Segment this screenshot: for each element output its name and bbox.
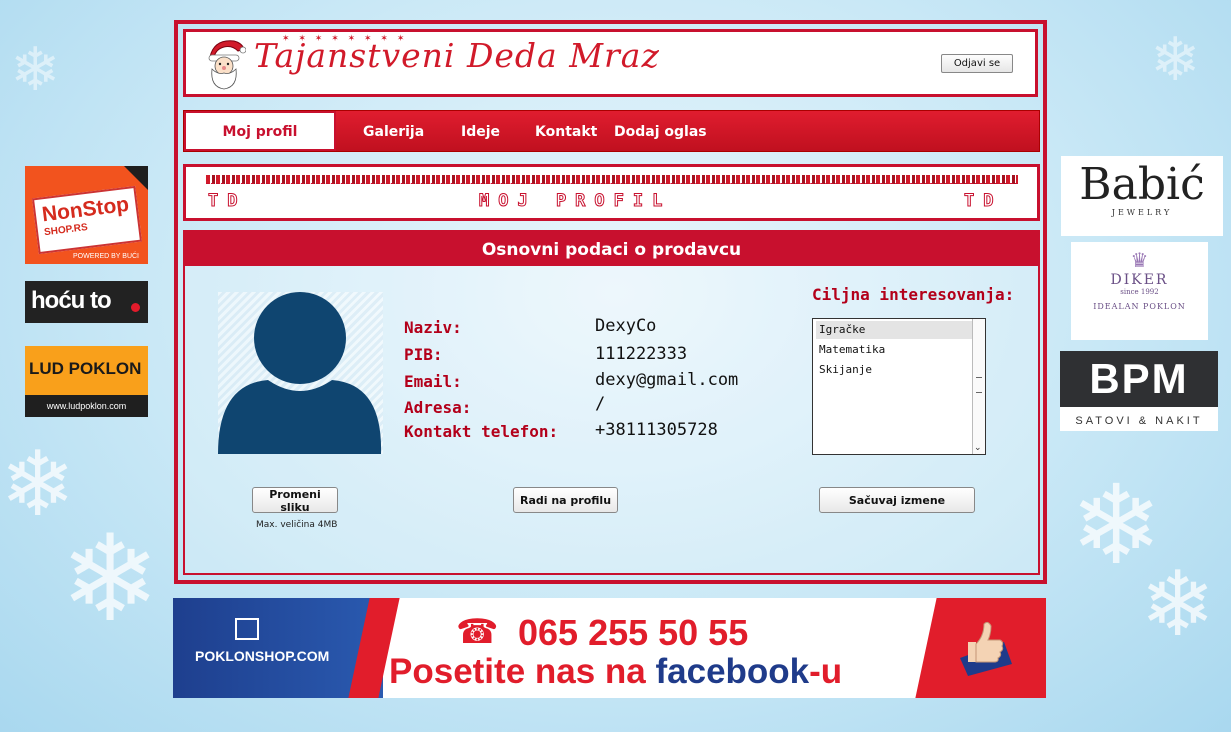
field-value-kontakt-telefon: +38111305728 — [595, 420, 718, 440]
snowflake-decoration: ❄ — [1150, 25, 1201, 95]
profile-banner: TD MOJ PROFIL TD — [183, 164, 1040, 221]
lud-poklon-ad[interactable]: LUD POKLON www.ludpoklon.com — [25, 346, 148, 417]
garland-decoration — [206, 175, 1018, 184]
visit-brand: facebook — [655, 652, 810, 691]
change-photo-button[interactable]: Promeni sliku — [252, 487, 338, 514]
babic-jewelry-ad[interactable]: Babić JEWELRY — [1061, 156, 1223, 236]
phone-icon: ☎ — [456, 612, 499, 652]
panel-heading: Osnovni podaci o prodavcu — [185, 232, 1038, 266]
bpm-subtitle: SATOVI & NAKIT — [1075, 415, 1203, 427]
bpm-ad[interactable]: BPM SATOVI & NAKIT — [1060, 351, 1218, 431]
nav-item-moj-profil[interactable]: Moj profil — [184, 111, 336, 151]
hocu-to-ad[interactable]: hoću to — [25, 281, 148, 323]
nav-item-kontakt[interactable]: Kontakt — [535, 111, 597, 151]
field-value-adresa: / — [595, 394, 606, 414]
site-title: Tajanstveni Deda Mraz — [254, 36, 660, 75]
diker-ad[interactable]: ♛ DIKER since 1992 IDEALAN POKLON — [1071, 242, 1208, 340]
field-value-naziv: DexyCo — [595, 316, 657, 336]
listbox-scrollbar[interactable]: ⌄ — [972, 319, 985, 454]
scroll-grip[interactable] — [976, 377, 982, 393]
snowflake-decoration: ❄ — [1140, 552, 1216, 657]
crown-icon: ♛ — [1130, 248, 1149, 272]
diker-tagline: IDEALAN POKLON — [1093, 302, 1186, 311]
chevron-down-icon[interactable]: ⌄ — [974, 443, 982, 453]
user-silhouette-icon — [218, 292, 382, 454]
banner-left-text: TD — [207, 191, 247, 212]
lud-poklon-title: LUD POKLON — [29, 359, 142, 378]
logout-button[interactable]: Odjavi se — [941, 54, 1013, 73]
santa-icon — [208, 40, 246, 90]
diker-title: DIKER — [1110, 272, 1169, 288]
field-label-kontakt-telefon: Kontakt telefon: — [404, 422, 559, 441]
work-on-profile-button[interactable]: Radi na profilu — [513, 487, 618, 513]
interest-option[interactable]: Igračke — [816, 321, 974, 339]
max-size-note: Max. veličina 4MB — [256, 520, 338, 530]
nav-item-dodaj-oglas[interactable]: Dodaj oglas — [614, 111, 707, 151]
field-label-naziv: Naziv: — [404, 318, 462, 337]
visit-suffix: -u — [809, 652, 843, 691]
diker-since: since 1992 — [1120, 288, 1159, 296]
visit-prefix: Posetite nas na — [389, 652, 656, 691]
field-value-email: dexy@gmail.com — [595, 370, 739, 390]
banner-right-text: TD — [963, 191, 1003, 212]
banner-visit-text: Posetite nas na facebook-u — [389, 652, 842, 692]
banner-phone: 065 255 50 55 — [518, 612, 749, 653]
interest-option[interactable]: Matematika — [816, 341, 974, 359]
main-nav: Moj profil Galerija Ideje Kontakt Dodaj … — [183, 110, 1040, 152]
interests-label: Ciljna interesovanja: — [812, 285, 1015, 304]
heart-icon — [131, 303, 140, 312]
babic-title: Babić — [1079, 159, 1205, 210]
banner-title: MOJ PROFIL — [478, 191, 672, 212]
interest-option[interactable]: Skijanje — [816, 361, 974, 379]
field-label-adresa: Adresa: — [404, 398, 472, 417]
site-header: ✶ ✶ ✶ ✶ ✶ ✶ ✶ ✶ Tajanstveni Deda Mraz Od… — [183, 29, 1038, 97]
hocu-to-title: hoću to — [31, 287, 112, 314]
nav-item-galerija[interactable]: Galerija — [363, 111, 424, 151]
interests-listbox[interactable]: Igračke Matematika Skijanje ⌄ — [812, 318, 986, 455]
snowflake-decoration: ❄ — [10, 35, 61, 105]
nav-item-ideje[interactable]: Ideje — [461, 111, 500, 151]
snowflake-decoration: ❄ — [60, 510, 161, 649]
avatar — [218, 292, 383, 454]
gift-icon — [235, 618, 259, 640]
lud-poklon-url: www.ludpoklon.com — [25, 395, 148, 417]
poklonshop-name: POKLONSHOP.COM — [195, 648, 330, 664]
nonstop-powered: POWERED BY BUĆI — [73, 253, 139, 260]
field-label-email: Email: — [404, 372, 462, 391]
save-changes-button[interactable]: Sačuvaj izmene — [819, 487, 975, 513]
nonstop-sign: NonStop SHOP.RS — [31, 185, 143, 255]
field-value-pib: 111222333 — [595, 344, 688, 364]
thumbs-up-icon — [960, 621, 1012, 676]
nonstop-shop-ad[interactable]: NonStop SHOP.RS POWERED BY BUĆI — [25, 166, 148, 264]
poklonshop-banner-ad[interactable]: POKLONSHOP.COM ☎ 065 255 50 55 Posetite … — [173, 598, 1046, 698]
field-label-pib: PIB: — [404, 345, 443, 364]
bpm-title: BPM — [1060, 351, 1218, 407]
